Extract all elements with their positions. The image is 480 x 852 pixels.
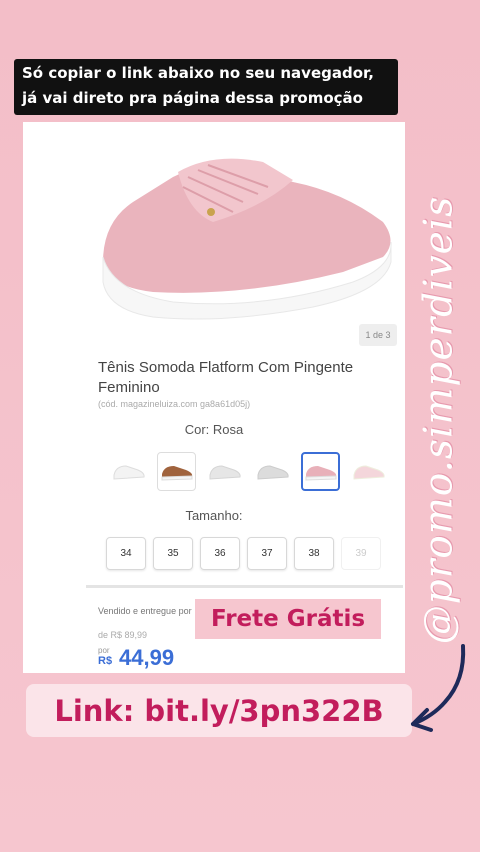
caption-line-1: Só copiar o link abaixo no seu navegador… <box>22 64 374 82</box>
price-currency: R$ <box>98 655 113 667</box>
size-38[interactable]: 38 <box>294 537 334 570</box>
size-39: 39 <box>341 537 381 570</box>
caption-line-2: já vai direto pra página dessa promoção <box>22 89 363 107</box>
color-swatches <box>109 452 388 491</box>
handle-text: @promo.simperdiveis <box>416 195 462 645</box>
divider <box>86 585 403 588</box>
seller-text: Vendido e entregue por <box>98 606 192 616</box>
arrow-icon <box>411 644 466 732</box>
watermark-handle: @promo.simperdiveis <box>404 196 474 644</box>
product-screenshot: 1 de 3 Tênis Somoda Flatform Com Pingent… <box>23 122 405 673</box>
swatch-gray-light[interactable] <box>205 452 244 491</box>
size-label: Tamanho: <box>185 508 243 523</box>
size-34[interactable]: 34 <box>106 537 146 570</box>
size-37[interactable]: 37 <box>247 537 287 570</box>
swatch-gray[interactable] <box>253 452 292 491</box>
size-options: 34 35 36 37 38 39 <box>106 537 381 570</box>
product-title: Tênis Somoda Flatform Com Pingente Femin… <box>98 359 354 396</box>
swatch-white[interactable] <box>109 452 148 491</box>
swatch-brown[interactable] <box>157 452 196 491</box>
shoe-image <box>102 158 392 320</box>
old-price: de R$ 89,99 <box>98 630 148 640</box>
swatch-pink-selected[interactable] <box>301 452 340 491</box>
image-pager[interactable]: 1 de 3 <box>359 324 397 346</box>
caption-banner: Só copiar o link abaixo no seu navegador… <box>14 59 398 115</box>
size-35[interactable]: 35 <box>153 537 193 570</box>
size-36[interactable]: 36 <box>200 537 240 570</box>
color-label: Cor: Rosa <box>184 422 244 437</box>
frete-gratis-badge: Frete Grátis <box>195 599 381 639</box>
product-code: (cód. magazineluiza.com ga8a61d05j) <box>98 399 251 409</box>
swatch-pink-light[interactable] <box>349 452 388 491</box>
promo-link[interactable]: Link: bit.ly/3pn322B <box>26 684 412 737</box>
price-prefix: por <box>98 646 110 655</box>
price-value: 44,99 <box>119 645 175 670</box>
